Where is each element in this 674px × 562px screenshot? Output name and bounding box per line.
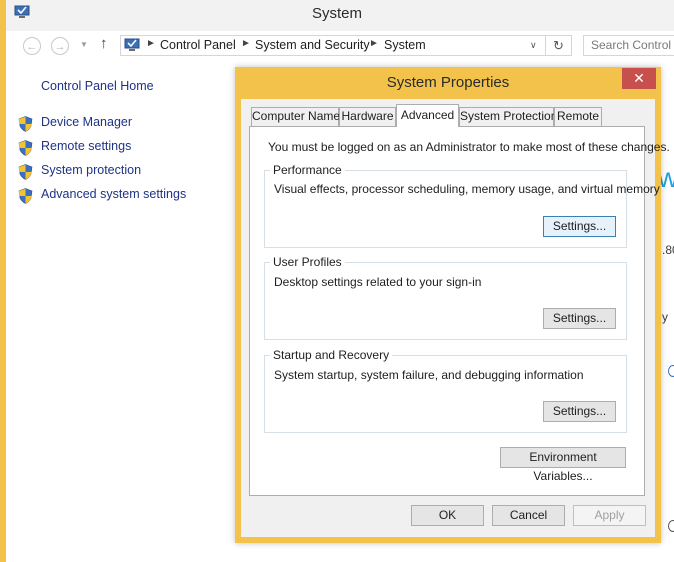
startup-recovery-settings-button[interactable]: Settings...: [543, 401, 616, 422]
window-title: System: [311, 5, 362, 22]
tab-computer-name[interactable]: Computer Name: [251, 107, 340, 126]
uac-shield-icon: [18, 140, 33, 156]
breadcrumb-separator-icon: ►: [369, 38, 379, 49]
dialog-title: System Properties: [386, 74, 510, 91]
close-icon[interactable]: ✕: [622, 68, 656, 89]
tab-system-protection[interactable]: System Protection: [459, 107, 557, 126]
search-input[interactable]: Search Control P: [583, 35, 674, 56]
recent-locations-chevron-icon[interactable]: ▼: [80, 40, 88, 49]
breadcrumb-system[interactable]: System: [384, 38, 426, 52]
user-profiles-description: Desktop settings related to your sign-in: [274, 275, 482, 289]
startup-recovery-group-title: Startup and Recovery: [270, 348, 393, 362]
breadcrumb-system-and-security[interactable]: System and Security: [255, 38, 370, 52]
uac-shield-icon: [18, 116, 33, 132]
control-panel-home-link[interactable]: Control Panel Home: [41, 79, 154, 93]
refresh-icon[interactable]: ↻: [546, 35, 572, 56]
tab-advanced[interactable]: Advanced: [396, 104, 459, 127]
startup-recovery-description: System startup, system failure, and debu…: [274, 368, 584, 382]
breadcrumb-separator-icon: ►: [241, 38, 251, 49]
sidebar-item-device-manager[interactable]: Device Manager: [41, 115, 132, 129]
uac-shield-icon: [18, 188, 33, 204]
forward-arrow-icon[interactable]: →: [51, 37, 69, 55]
address-system-icon: [124, 38, 140, 51]
windows-logo-fragment: w: [660, 162, 674, 193]
back-arrow-icon[interactable]: ←: [23, 37, 41, 55]
cancel-button[interactable]: Cancel: [492, 505, 565, 526]
performance-group-title: Performance: [270, 163, 345, 177]
environment-variables-button[interactable]: Environment Variables...: [500, 447, 626, 483]
performance-description: Visual effects, processor scheduling, me…: [274, 182, 660, 196]
tab-hardware[interactable]: Hardware: [339, 107, 396, 126]
ok-button[interactable]: OK: [411, 505, 484, 526]
background-text-fragment: y: [662, 310, 668, 324]
uac-shield-icon: [18, 164, 33, 180]
up-arrow-icon[interactable]: ↑: [100, 35, 108, 52]
background-icon-fragment: [668, 520, 674, 532]
admin-notice: You must be logged on as an Administrato…: [268, 140, 670, 154]
apply-button[interactable]: Apply: [573, 505, 646, 526]
breadcrumb-control-panel[interactable]: Control Panel: [160, 38, 236, 52]
background-icon-fragment: [668, 365, 674, 377]
window-left-border: [0, 0, 6, 562]
address-dropdown-chevron-icon[interactable]: ∨: [530, 40, 537, 51]
sidebar-item-remote-settings[interactable]: Remote settings: [41, 139, 131, 153]
tab-remote[interactable]: Remote: [554, 107, 602, 126]
performance-settings-button[interactable]: Settings...: [543, 216, 616, 237]
user-profiles-group-title: User Profiles: [270, 255, 345, 269]
user-profiles-settings-button[interactable]: Settings...: [543, 308, 616, 329]
sidebar-item-system-protection[interactable]: System protection: [41, 163, 141, 177]
sidebar-item-advanced-system-settings[interactable]: Advanced system settings: [41, 187, 186, 201]
breadcrumb-separator-icon: ►: [146, 38, 156, 49]
background-text-fragment: .80: [662, 243, 674, 257]
